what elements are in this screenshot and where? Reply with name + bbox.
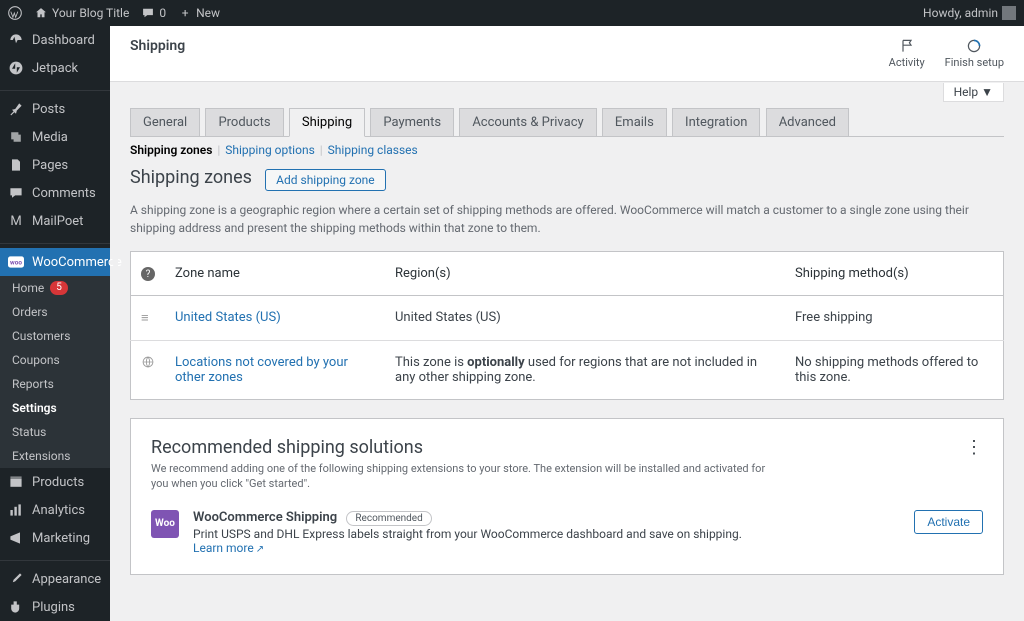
- howdy-text: Howdy, admin: [923, 6, 998, 20]
- jetpack-icon: [8, 60, 24, 76]
- submenu-home[interactable]: Home5: [0, 276, 110, 300]
- sidebar-item-analytics[interactable]: Analytics: [0, 496, 110, 524]
- rec-item-tag: Recommended: [346, 511, 431, 526]
- home-badge: 5: [50, 281, 68, 295]
- site-title: Your Blog Title: [52, 6, 129, 20]
- gauge-icon: [8, 32, 24, 48]
- sidebar-item-appearance[interactable]: Appearance: [0, 565, 110, 593]
- zone-region: United States (US): [385, 296, 785, 341]
- woo-thumb-icon: Woo: [151, 510, 179, 538]
- page-icon: [8, 157, 24, 173]
- tab-integration[interactable]: Integration: [672, 108, 760, 136]
- analytics-icon: [8, 502, 24, 518]
- submenu-reports[interactable]: Reports: [0, 372, 110, 396]
- learn-more-link[interactable]: Learn more↗: [193, 541, 264, 555]
- avatar: [1002, 6, 1016, 20]
- sidebar-item-comments[interactable]: Comments: [0, 179, 110, 207]
- comment-icon: [8, 185, 24, 201]
- sidebar-item-pages[interactable]: Pages: [0, 151, 110, 179]
- table-row: ≡ United States (US) United States (US) …: [131, 296, 1004, 341]
- rest-methods: No shipping methods offered to this zone…: [785, 341, 1004, 400]
- flag-icon: [899, 38, 915, 54]
- sidebar-item-products[interactable]: Products: [0, 468, 110, 496]
- drag-handle-icon[interactable]: ≡: [141, 311, 149, 326]
- new-label: New: [196, 6, 220, 20]
- submenu-settings[interactable]: Settings: [0, 396, 110, 420]
- progress-icon: [966, 38, 982, 54]
- tab-payments[interactable]: Payments: [370, 108, 454, 136]
- products-icon: [8, 474, 24, 490]
- rest-zone-link[interactable]: Locations not covered by your other zone…: [175, 355, 348, 385]
- section-description: A shipping zone is a geographic region w…: [130, 201, 1004, 237]
- page-title: Shipping: [130, 38, 185, 69]
- media-icon: [8, 129, 24, 145]
- submenu-orders[interactable]: Orders: [0, 300, 110, 324]
- rec-item-title: WooCommerce Shipping: [193, 510, 337, 525]
- activate-button[interactable]: Activate: [914, 510, 983, 534]
- marketing-icon: [8, 530, 24, 546]
- sidebar-item-woocommerce[interactable]: wooWooCommerce: [0, 248, 110, 276]
- section-title: Shipping zones: [130, 167, 252, 188]
- sidebar-item-plugins[interactable]: Plugins: [0, 593, 110, 621]
- brush-icon: [8, 571, 24, 587]
- help-icon[interactable]: ?: [141, 267, 155, 281]
- tab-general[interactable]: General: [130, 108, 200, 136]
- submenu-extensions[interactable]: Extensions: [0, 444, 110, 468]
- sidebar-item-dashboard[interactable]: Dashboard: [0, 26, 110, 54]
- activity-button[interactable]: Activity: [889, 38, 925, 69]
- sidebar-item-mailpoet[interactable]: MMailPoet: [0, 207, 110, 235]
- mailpoet-icon: M: [8, 213, 24, 229]
- submenu-coupons[interactable]: Coupons: [0, 348, 110, 372]
- rec-title: Recommended shipping solutions: [151, 437, 983, 458]
- subtab-options[interactable]: Shipping options: [225, 143, 314, 157]
- zone-name-link[interactable]: United States (US): [175, 310, 281, 325]
- external-link-icon: ↗: [256, 544, 264, 555]
- tab-accounts[interactable]: Accounts & Privacy: [459, 108, 596, 136]
- rec-subtitle: We recommend adding one of the following…: [151, 461, 771, 492]
- comments-count: 0: [159, 6, 166, 20]
- wp-logo[interactable]: [8, 6, 22, 20]
- th-methods: Shipping method(s): [785, 251, 1004, 296]
- sidebar-item-media[interactable]: Media: [0, 123, 110, 151]
- zone-methods: Free shipping: [785, 296, 1004, 341]
- rest-region: This zone is optionally used for regions…: [385, 341, 785, 400]
- th-region: Region(s): [385, 251, 785, 296]
- th-zone-name: Zone name: [165, 251, 385, 296]
- sidebar-item-marketing[interactable]: Marketing: [0, 524, 110, 552]
- tab-products[interactable]: Products: [205, 108, 283, 136]
- plugin-icon: [8, 599, 24, 615]
- svg-text:woo: woo: [10, 258, 22, 266]
- subtab-classes[interactable]: Shipping classes: [328, 143, 418, 157]
- tab-advanced[interactable]: Advanced: [766, 108, 849, 136]
- submenu-status[interactable]: Status: [0, 420, 110, 444]
- tab-emails[interactable]: Emails: [602, 108, 667, 136]
- submenu-customers[interactable]: Customers: [0, 324, 110, 348]
- sidebar-item-jetpack[interactable]: Jetpack: [0, 54, 110, 82]
- howdy-link[interactable]: Howdy, admin: [923, 6, 1016, 20]
- site-link[interactable]: Your Blog Title: [34, 6, 129, 20]
- new-link[interactable]: +New: [178, 6, 220, 20]
- help-tab[interactable]: Help ▼: [943, 83, 1004, 102]
- comments-link[interactable]: 0: [141, 6, 166, 20]
- add-zone-button[interactable]: Add shipping zone: [265, 169, 386, 191]
- tab-shipping[interactable]: Shipping: [289, 108, 365, 137]
- table-row-rest: Locations not covered by your other zone…: [131, 341, 1004, 400]
- finish-setup-button[interactable]: Finish setup: [945, 38, 1004, 69]
- more-icon[interactable]: ⋮: [965, 437, 983, 458]
- rec-item-desc: Print USPS and DHL Express labels straig…: [193, 527, 900, 541]
- globe-icon: [141, 355, 155, 369]
- pin-icon: [8, 101, 24, 117]
- subtab-zones[interactable]: Shipping zones: [130, 143, 212, 157]
- woo-icon: woo: [8, 254, 24, 270]
- sidebar-item-posts[interactable]: Posts: [0, 95, 110, 123]
